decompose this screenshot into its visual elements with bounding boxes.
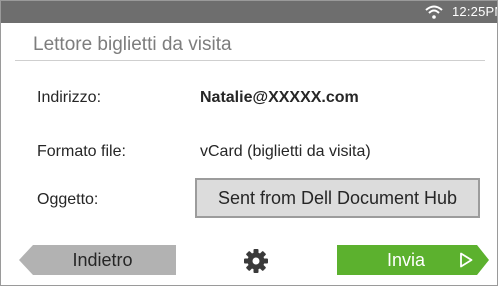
scan-to-email-screen: 12:25PM Lettore biglietti da visita Indi… [0, 0, 498, 286]
wifi-icon [425, 5, 443, 19]
file-format-label: Formato file: [37, 143, 126, 160]
address-label: Indirizzo: [37, 89, 102, 106]
address-value[interactable]: Natalie@XXXXX.com [200, 89, 359, 107]
subject-field[interactable]: Sent from Dell Document Hub [195, 178, 480, 218]
play-arrow-icon [460, 252, 473, 268]
screen-title: Lettore biglietti da visita [33, 34, 232, 55]
title-divider [15, 60, 485, 61]
file-format-value[interactable]: vCard (biglietti da visita) [200, 143, 371, 161]
back-button-label: Indietro [72, 249, 133, 270]
status-bar: 12:25PM [1, 1, 497, 23]
subject-label: Oggetto: [37, 191, 99, 208]
send-button[interactable]: Invia [337, 245, 489, 275]
back-button[interactable]: Indietro [19, 245, 176, 275]
send-button-label: Invia [387, 250, 426, 270]
gear-icon[interactable] [243, 248, 269, 274]
status-time: 12:25PM [452, 4, 497, 19]
